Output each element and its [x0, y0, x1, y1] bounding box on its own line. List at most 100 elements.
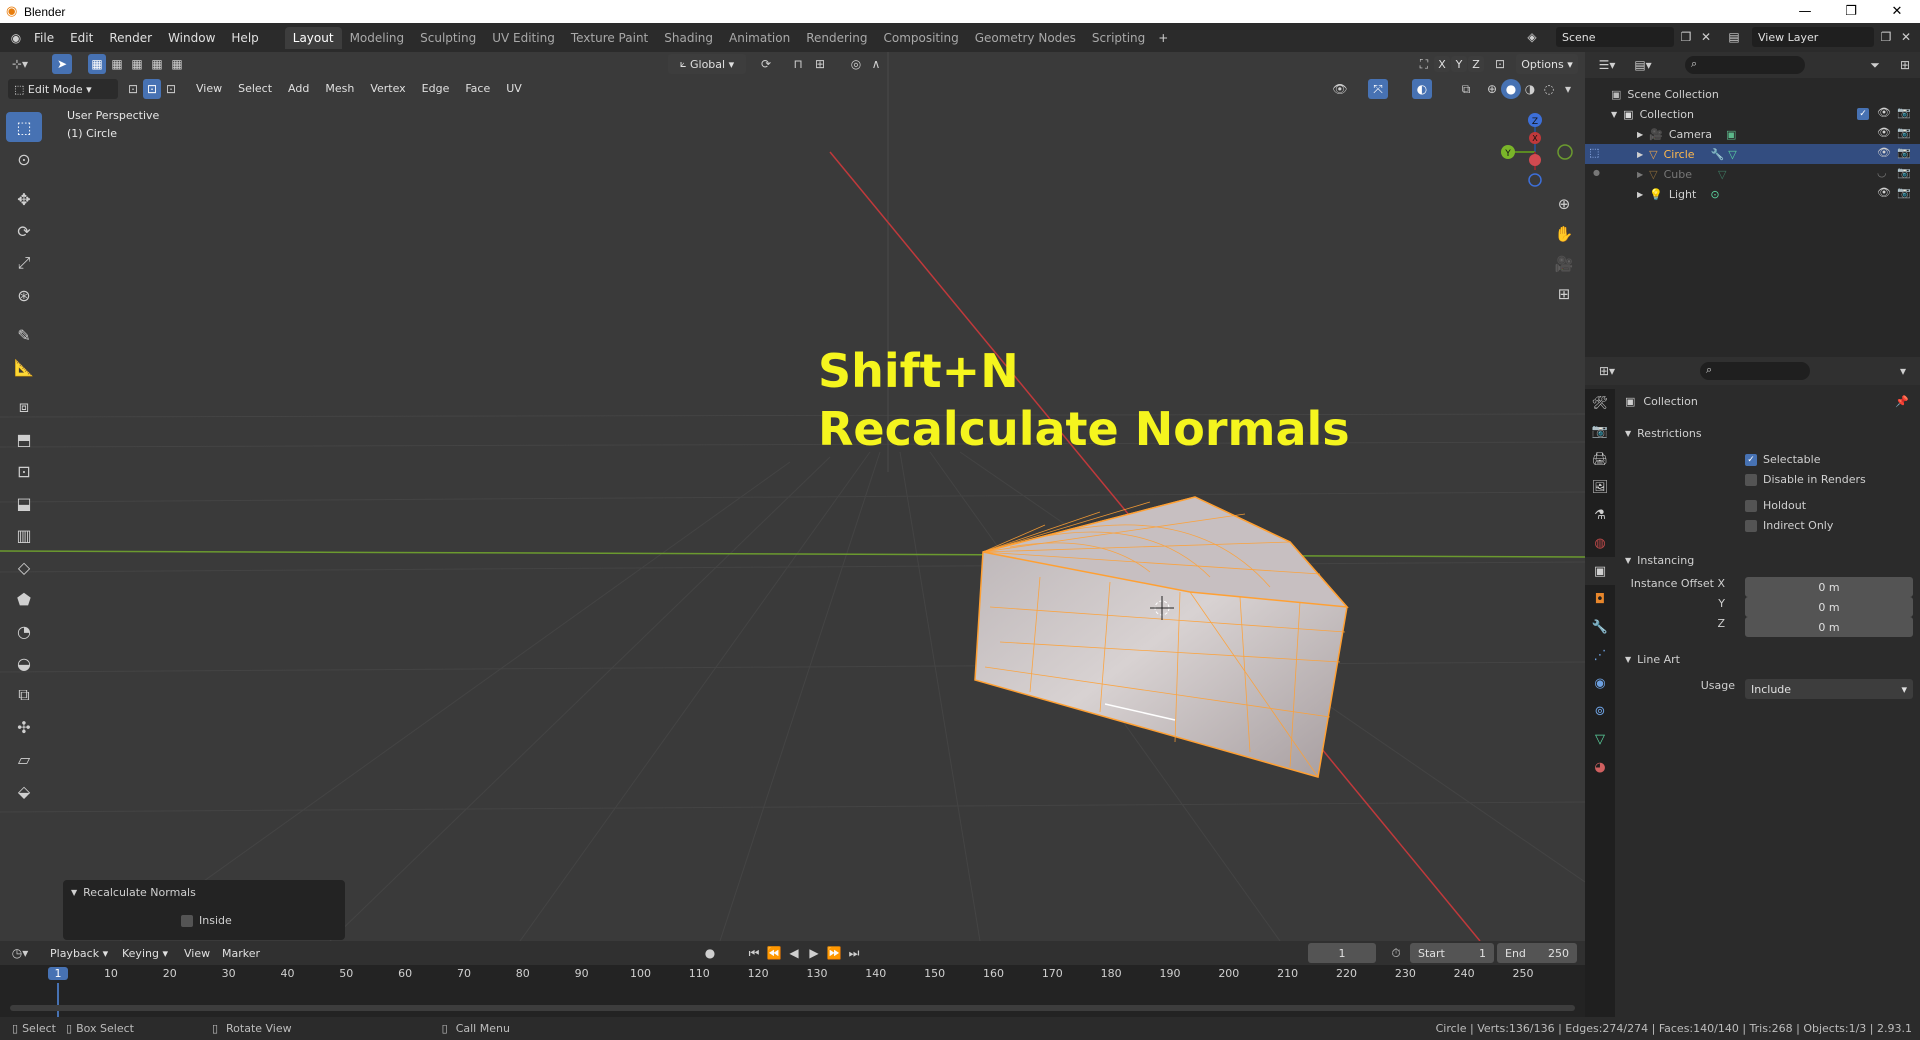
vertex-select-icon[interactable]: ⊡ [124, 79, 142, 99]
cursor-tool-icon[interactable]: ⊙ [6, 144, 42, 174]
disable-renders-checkbox[interactable] [1745, 473, 1757, 486]
eye-icon[interactable]: 👁 [1877, 106, 1891, 119]
spin-tool-icon[interactable]: ◔ [6, 616, 42, 646]
outliner-item-cube[interactable]: ● ▶ ▽ Cube ▽ ◡ 📷 [1585, 164, 1920, 184]
scene-icon[interactable]: ◈ [1522, 27, 1542, 47]
poly-build-tool-icon[interactable]: ⬟ [6, 584, 42, 614]
menu-vertex[interactable]: Vertex [362, 79, 413, 99]
add-workspace-icon[interactable]: + [1153, 28, 1173, 48]
world-tab-icon[interactable]: ◍ [1585, 529, 1615, 557]
play-reverse-icon[interactable]: ◀ [784, 943, 804, 963]
render-tab-icon[interactable]: 📷 [1585, 417, 1615, 445]
rendered-shading-icon[interactable]: ◌ [1539, 79, 1559, 99]
particles-tab-icon[interactable]: ⋰ [1585, 641, 1615, 669]
transform-tool-icon[interactable]: ⊛ [6, 280, 42, 310]
output-tab-icon[interactable]: 🖨 [1585, 445, 1615, 473]
zoom-icon[interactable]: ⊕ [1552, 192, 1576, 216]
tab-shading[interactable]: Shading [656, 27, 721, 49]
wireframe-shading-icon[interactable]: ⊕ [1482, 79, 1502, 99]
timeline-editor-icon[interactable]: ◷▾ [10, 943, 30, 963]
pin-icon[interactable]: 📌 [1895, 395, 1909, 408]
properties-editor-icon[interactable]: ⊞▾ [1597, 361, 1617, 381]
menu-uv[interactable]: UV [498, 79, 530, 99]
mode-dropdown[interactable]: ⬚ Edit Mode ▾ [8, 79, 118, 99]
select-extend-icon[interactable]: ▦ [108, 54, 126, 74]
delete-scene-icon[interactable]: ✕ [1696, 27, 1716, 47]
object-tab-icon[interactable]: ◘ [1585, 585, 1615, 613]
inset-tool-icon[interactable]: ⊡ [6, 456, 42, 486]
camera-view-icon[interactable]: 🎥 [1552, 252, 1576, 276]
end-frame-field[interactable]: End 250 [1497, 943, 1577, 963]
navigation-gizmo[interactable]: Z Y X [1501, 113, 1573, 187]
select-new-icon[interactable]: ▦ [88, 54, 106, 74]
timeline-scrollbar[interactable] [10, 1005, 1575, 1011]
holdout-checkbox[interactable] [1745, 499, 1757, 512]
jump-keyframe-forward-icon[interactable]: ⏩ [824, 943, 844, 963]
eye-closed-icon[interactable]: ◡ [1877, 166, 1887, 179]
operator-panel-header[interactable]: ▼ Recalculate Normals [71, 886, 196, 899]
overlay-toggle-icon[interactable]: ◐ [1412, 79, 1432, 99]
select-box-icon[interactable]: ⬚ [6, 112, 42, 142]
usage-dropdown[interactable]: Include ▾ [1745, 679, 1913, 699]
menu-view[interactable]: View [188, 79, 230, 99]
tab-geometry-nodes[interactable]: Geometry Nodes [967, 27, 1084, 49]
shrink-fatten-tool-icon[interactable]: ✣ [6, 712, 42, 742]
options-dropdown[interactable]: Options ▾ [1516, 54, 1578, 74]
view-layer-field[interactable]: View Layer [1752, 27, 1874, 47]
extrude-tool-icon[interactable]: ⬒ [6, 424, 42, 454]
select-subtract-icon[interactable]: ▦ [128, 54, 146, 74]
scale-tool-icon[interactable]: ⤢ [6, 248, 42, 278]
tab-texture-paint[interactable]: Texture Paint [563, 27, 656, 49]
disable-renders-option[interactable]: Disable in Renders [1745, 473, 1866, 486]
expand-arrow-icon[interactable]: ▶ [1637, 130, 1643, 139]
eye-icon[interactable]: 👁 [1877, 146, 1891, 159]
menu-edge[interactable]: Edge [414, 79, 458, 99]
blender-menu-icon[interactable]: ◉ [6, 28, 26, 48]
measure-tool-icon[interactable]: 📐 [6, 352, 42, 382]
instance-offset-z-field[interactable]: 0 m [1745, 617, 1913, 637]
smooth-tool-icon[interactable]: ◒ [6, 648, 42, 678]
jump-start-icon[interactable]: ⏮ [744, 943, 764, 963]
minimize-icon[interactable]: — [1782, 0, 1828, 23]
inside-checkbox[interactable] [181, 914, 193, 927]
pan-hand-icon[interactable]: ✋ [1552, 222, 1576, 246]
menu-add[interactable]: Add [280, 79, 317, 99]
expand-arrow-icon[interactable]: ▶ [1637, 170, 1643, 179]
physics-tab-icon[interactable]: ◉ [1585, 669, 1615, 697]
tab-scripting[interactable]: Scripting [1084, 27, 1153, 49]
xray-toggle-icon[interactable]: ⧉ [1456, 79, 1476, 99]
expand-arrow-icon[interactable]: ▶ [1637, 190, 1643, 199]
shear-tool-icon[interactable]: ▱ [6, 744, 42, 774]
menu-select[interactable]: Select [230, 79, 280, 99]
shading-options-icon[interactable]: ▾ [1558, 79, 1578, 99]
tool-tab-icon[interactable]: 🛠 [1585, 389, 1615, 417]
display-mode-icon[interactable]: ▤▾ [1633, 55, 1653, 75]
timeline-view-menu[interactable]: View [178, 943, 216, 963]
select-intersect-icon[interactable]: ▦ [168, 54, 186, 74]
instance-offset-y-field[interactable]: 0 m [1745, 597, 1913, 617]
tab-rendering[interactable]: Rendering [798, 27, 875, 49]
new-collection-icon[interactable]: ⊞ [1895, 55, 1915, 75]
solid-shading-icon[interactable]: ● [1501, 79, 1521, 99]
scene-tab-icon[interactable]: ⚗ [1585, 501, 1615, 529]
collection-tab-icon[interactable]: ▣ [1585, 557, 1615, 585]
loop-cut-tool-icon[interactable]: ▥ [6, 520, 42, 550]
select-tool-icon[interactable]: ➤ [52, 54, 72, 74]
menu-render[interactable]: Render [101, 27, 160, 49]
properties-search-input[interactable]: ⌕ [1700, 362, 1810, 380]
indirect-only-checkbox[interactable] [1745, 519, 1757, 532]
eye-icon[interactable]: 👁 [1877, 186, 1891, 199]
new-view-layer-icon[interactable]: ❐ [1876, 27, 1896, 47]
jump-keyframe-back-icon[interactable]: ⏪ [764, 943, 784, 963]
camera-render-icon[interactable]: 📷 [1897, 106, 1911, 119]
snap-icon[interactable]: ⊓ [788, 54, 808, 74]
material-tab-icon[interactable]: ◕ [1585, 753, 1615, 781]
clock-icon[interactable]: ⏱ [1386, 943, 1406, 963]
transform-orientation-dropdown[interactable]: ⟀ Global ▾ [668, 54, 746, 74]
3d-viewport[interactable]: Z Y X ⊹▾ ➤ ▦ ▦ ▦ ▦ ▦ ⟀ Global ▾ ⟳ ⊓ ⊞ ◎ … [0, 52, 1585, 941]
mirror-x-button[interactable]: X [1434, 56, 1450, 72]
mirror-z-button[interactable]: Z [1468, 56, 1484, 72]
jump-end-icon[interactable]: ⏭ [844, 943, 864, 963]
menu-face[interactable]: Face [457, 79, 498, 99]
material-shading-icon[interactable]: ◑ [1520, 79, 1540, 99]
